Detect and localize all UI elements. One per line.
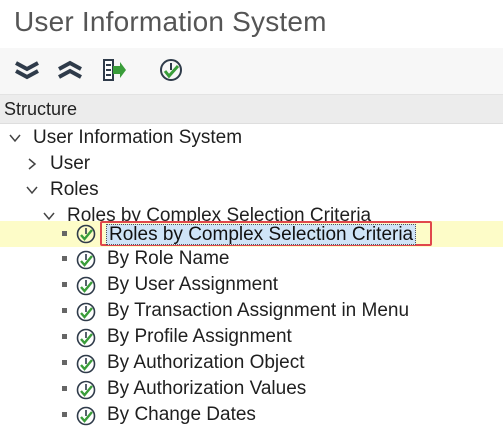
execute-button[interactable] <box>156 56 186 84</box>
select-subtree-button[interactable] <box>100 56 130 84</box>
tree-leaf-label: By User Assignment <box>107 274 279 295</box>
tree-leaf-label: By Authorization Object <box>107 352 305 373</box>
select-subtree-icon <box>103 59 126 81</box>
execute-clock-icon <box>76 354 96 374</box>
bullet-icon <box>62 308 67 313</box>
collapse-all-button[interactable] <box>55 56 85 84</box>
chevron-right-icon[interactable] <box>25 155 39 173</box>
tree-leaf[interactable]: By Authorization Object <box>0 351 503 377</box>
execute-clock-icon <box>76 380 96 400</box>
execute-clock-icon <box>76 224 96 244</box>
toolbar <box>0 48 503 95</box>
tree-node-label: User Information System <box>33 127 243 148</box>
chevron-down-icon[interactable] <box>25 181 39 199</box>
tree-leaf-selected[interactable]: Roles by Complex Selection Criteria <box>0 221 503 247</box>
tree-leaf-label: By Role Name <box>107 248 230 269</box>
tree-leaf[interactable]: By Change Dates <box>0 403 503 429</box>
expand-all-icon <box>15 61 39 80</box>
tree-leaf[interactable]: By User Assignment <box>0 273 503 299</box>
tree-leaf-label: By Change Dates <box>107 404 256 425</box>
bullet-icon <box>62 334 67 339</box>
tree-node-label: User <box>50 153 91 174</box>
bullet-icon <box>62 282 67 287</box>
tree-node-label: Roles <box>50 179 99 200</box>
title-bar: User Information System <box>0 0 503 48</box>
bullet-icon <box>62 386 67 391</box>
tree-node-roles[interactable]: Roles <box>0 178 503 204</box>
window-title: User Information System <box>14 6 327 37</box>
tree-node-user[interactable]: User <box>0 152 503 178</box>
execute-clock-icon <box>76 328 96 348</box>
structure-header-label: Structure <box>4 99 78 119</box>
expand-all-button[interactable] <box>12 56 42 84</box>
tree-leaf-label: By Authorization Values <box>107 378 307 399</box>
collapse-all-icon <box>58 60 82 79</box>
tree-leaf-label: By Transaction Assignment in Menu <box>107 300 410 321</box>
execute-clock-icon <box>160 59 182 81</box>
structure-tree: User Information System User Roles Roles… <box>0 123 503 426</box>
chevron-down-icon[interactable] <box>8 129 22 147</box>
structure-header: Structure <box>0 95 503 124</box>
execute-clock-icon <box>76 276 96 296</box>
bullet-icon <box>62 231 67 236</box>
tree-leaf-label: Roles by Complex Selection Criteria <box>106 224 417 245</box>
tree-leaf[interactable]: By Transaction Assignment in Menu <box>0 299 503 325</box>
execute-clock-icon <box>76 250 96 270</box>
bullet-icon <box>62 412 67 417</box>
tree-node-root[interactable]: User Information System <box>0 126 503 152</box>
tree-leaf[interactable]: By Authorization Values <box>0 377 503 403</box>
tree-leaf[interactable]: By Role Name <box>0 247 503 273</box>
tree-leaf-label: By Profile Assignment <box>107 326 292 347</box>
tree-leaf[interactable]: By Profile Assignment <box>0 325 503 351</box>
bullet-icon <box>62 360 67 365</box>
bullet-icon <box>62 256 67 261</box>
execute-clock-icon <box>76 302 96 322</box>
